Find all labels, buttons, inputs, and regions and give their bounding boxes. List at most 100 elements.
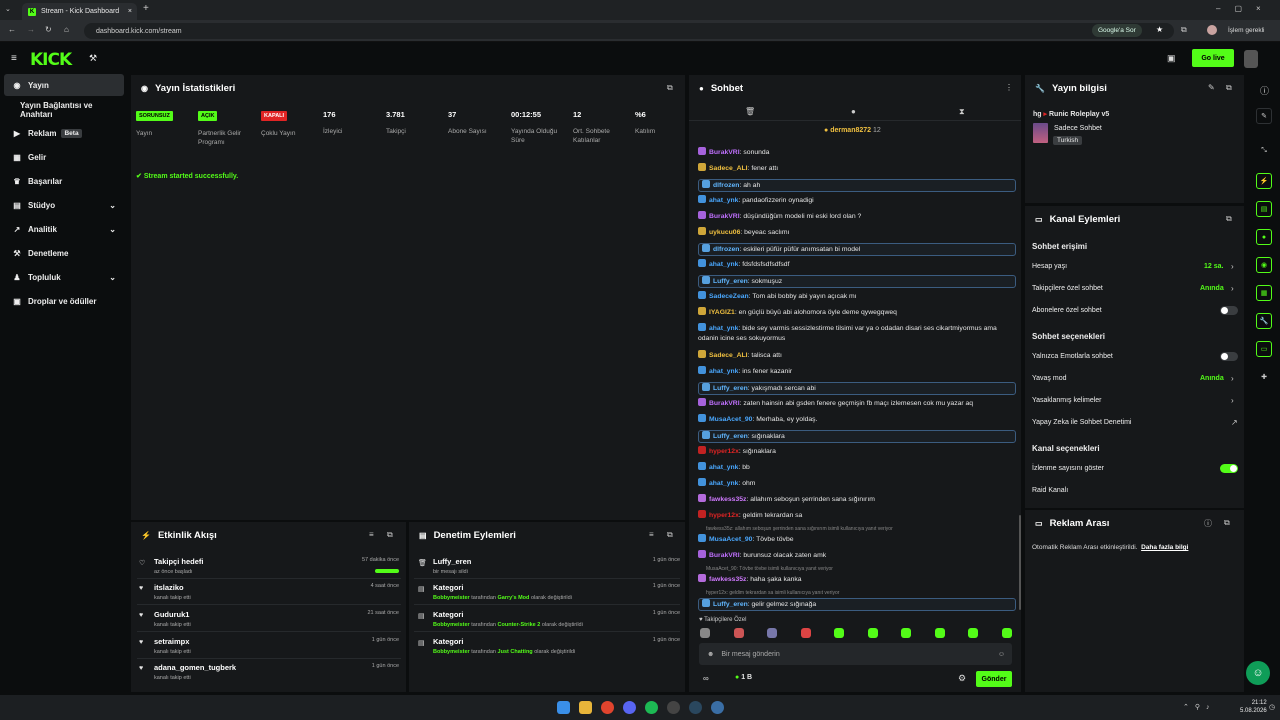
chat-message[interactable]: SadeceZean: Tom abi bobby abi yayın açıc… — [698, 291, 1016, 302]
sidebar-item-gelir[interactable]: ▦ Gelir — [4, 146, 124, 168]
browser-tab[interactable]: K Stream - Kick Dashboard × — [22, 3, 137, 20]
trash-icon[interactable]: 🗑 — [745, 107, 755, 116]
obs-icon[interactable] — [667, 701, 680, 714]
chat-rail-icon[interactable]: ● — [1256, 229, 1272, 245]
popout-icon[interactable]: ⧉ — [387, 530, 393, 540]
chat-message[interactable]: Luffy_eren: yakışmadı sercan abi — [698, 382, 1016, 395]
emote-icon[interactable] — [834, 628, 844, 638]
chevron-right-icon[interactable]: › — [1231, 396, 1234, 405]
chat-username[interactable]: hyper12x — [709, 512, 739, 519]
sidebar-item-stream-key[interactable]: Yayın Bağlantısı ve Anahtarı — [4, 99, 124, 121]
new-tab-icon[interactable]: + — [143, 3, 149, 14]
chat-message[interactable]: BurakVRI: sonunda — [698, 147, 1016, 158]
chat-username[interactable]: Luffy_eren — [713, 278, 748, 285]
chat-input[interactable]: ☻ Bir mesaj gönderin ☺ — [699, 643, 1012, 665]
chat-username[interactable]: BurakVRI — [709, 400, 740, 407]
chat-message[interactable]: ahat_ynk: fdsfdsfsdfsdfsdf — [698, 259, 1016, 270]
sidebar-item-analitik[interactable]: ↗ Analitik ⌄ — [4, 218, 124, 240]
chat-message[interactable]: BurakVRI: düşündüğüm modeli mi eski lord… — [698, 211, 1016, 222]
chat-username[interactable]: dlfrozen — [713, 182, 739, 189]
app-icon[interactable] — [711, 701, 724, 714]
hourglass-icon[interactable]: ⧗ — [959, 107, 965, 117]
chat-message[interactable]: Luffy_eren: gelir gelmez sığınağa — [698, 598, 1016, 611]
ai-moderation-row[interactable]: Yapay Zeka ile Sohbet Denetimi — [1032, 419, 1131, 426]
chat-username[interactable]: ahat_ynk — [709, 480, 738, 487]
broadcast-rail-icon[interactable]: ◉ — [1256, 257, 1272, 273]
chat-username[interactable]: Sadece_ALI — [709, 352, 748, 359]
chat-username[interactable]: ahat_ynk — [709, 464, 738, 471]
chat-message[interactable]: Sadece_ALI: talisca attı — [698, 350, 1016, 361]
chat-message[interactable]: Luffy_eren: sığınaklara — [698, 430, 1016, 443]
sidebar-item-basarilar[interactable]: ♛ Başarılar — [4, 170, 124, 192]
taskbar-clock[interactable]: 21:12 5.08.2026 — [1240, 699, 1267, 715]
info-circle-icon[interactable]: ⓘ — [1260, 84, 1269, 97]
emote-icon[interactable] — [767, 628, 777, 638]
chevron-right-icon[interactable]: › — [1231, 262, 1234, 271]
show-viewers-toggle[interactable] — [1220, 464, 1238, 473]
home-icon[interactable]: ⌂ — [64, 25, 69, 34]
chevron-right-icon[interactable]: › — [1231, 374, 1234, 383]
file-explorer-icon[interactable] — [579, 701, 592, 714]
chat-settings-icon[interactable]: ⚙ — [958, 673, 966, 684]
notification-icon[interactable]: ◷ — [1269, 703, 1275, 711]
filter-icon[interactable]: ≡ — [649, 530, 654, 539]
external-link-icon[interactable]: ↗ — [1231, 418, 1238, 427]
chat-username[interactable]: dlfrozen — [713, 246, 739, 253]
emote-icon[interactable] — [1001, 628, 1012, 638]
edit-rail-icon[interactable]: ✎ — [1256, 108, 1272, 124]
document-rail-icon[interactable]: ▤ — [1256, 201, 1272, 217]
spotify-icon[interactable] — [645, 701, 658, 714]
account-age-row[interactable]: Hesap yaşı — [1032, 263, 1067, 270]
back-icon[interactable]: ← — [8, 25, 16, 34]
add-widget-icon[interactable]: ✚ — [1256, 369, 1272, 385]
followers-only-row[interactable]: Takipçilere özel sohbet — [1032, 285, 1103, 292]
emote-icon[interactable]: ☻ — [707, 651, 714, 658]
close-tab-icon[interactable]: × — [128, 8, 132, 15]
layout-rail-icon[interactable]: ▦ — [1256, 285, 1272, 301]
chat-message[interactable]: fawkess35z: haha şaka kanka — [698, 574, 1016, 585]
popout-icon[interactable]: ⧉ — [1226, 214, 1232, 224]
chat-message[interactable]: Luffy_eren: sokmuşuz — [698, 275, 1016, 288]
chat-message[interactable]: IYAGIZ1: en güçlü büyü abi alohomora öyl… — [698, 307, 1016, 318]
chat-username[interactable]: ahat_ynk — [709, 261, 738, 268]
chat-message[interactable]: ahat_ynk: ohm — [698, 478, 1016, 489]
chat-message[interactable]: uykucu06: beyeac saclımı — [698, 227, 1016, 238]
menu-icon[interactable]: ≡ — [11, 53, 17, 64]
chat-username[interactable]: ahat_ynk — [709, 325, 738, 332]
chat-username[interactable]: SadeceZean — [709, 293, 749, 300]
chrome-icon[interactable] — [601, 701, 614, 714]
emote-icon[interactable] — [867, 628, 878, 638]
raid-channel-row[interactable]: Raid Kanalı — [1032, 487, 1068, 494]
chat-message[interactable]: Sadece_ALI: fener attı — [698, 163, 1016, 174]
chat-username[interactable]: BurakVRI — [709, 213, 740, 220]
popout-icon[interactable]: ⧉ — [1224, 518, 1230, 528]
chat-message[interactable]: fawkess35z: allahım seboşun şerrinden sa… — [698, 494, 1016, 505]
extensions-icon[interactable]: ⧉ — [1181, 25, 1187, 35]
windows-start-icon[interactable] — [557, 701, 570, 714]
profile-avatar[interactable] — [1207, 25, 1217, 35]
chat-message[interactable]: MusaAcet_90: Tövbe tövbe — [698, 534, 1016, 545]
chat-username[interactable]: ahat_ynk — [709, 368, 738, 375]
chat-message[interactable]: BurakVRI: zaten hainsin abi gsden fenere… — [698, 398, 1016, 409]
chat-username[interactable]: MusaAcet_90 — [709, 416, 752, 423]
discord-icon[interactable] — [623, 701, 636, 714]
chat-username[interactable]: IYAGIZ1 — [709, 309, 735, 316]
chat-message[interactable]: ahat_ynk: bb — [698, 462, 1016, 473]
profile-status[interactable]: İşlem gerekli — [1228, 27, 1264, 34]
chat-message[interactable]: MusaAcet_90: Merhaba, ey yoldaş. — [698, 414, 1016, 425]
chat-message[interactable]: ahat_ynk: bide sey varmis sessizlestirme… — [698, 323, 1016, 344]
subs-only-toggle[interactable] — [1220, 306, 1238, 315]
lightning-rail-icon[interactable]: ⚡ — [1256, 173, 1272, 189]
chat-username[interactable]: Luffy_eren — [713, 385, 748, 392]
chat-message[interactable]: hyper12x: geldim tekrardan sa — [698, 510, 1016, 521]
bookmark-star-icon[interactable]: ★ — [1156, 25, 1163, 34]
emote-icon[interactable] — [901, 628, 911, 638]
go-live-button[interactable]: Go live — [1192, 49, 1234, 67]
chat-username[interactable]: ahat_ynk — [709, 197, 738, 204]
chat-username[interactable]: Luffy_eren — [713, 601, 748, 608]
chat-username[interactable]: BurakVRI — [709, 552, 740, 559]
google-ask-button[interactable]: Google'a Sor — [1092, 24, 1142, 37]
chat-username[interactable]: Luffy_eren — [713, 433, 748, 440]
chat-scrollbar[interactable] — [1019, 515, 1021, 610]
emotes-only-toggle[interactable] — [1220, 352, 1238, 361]
